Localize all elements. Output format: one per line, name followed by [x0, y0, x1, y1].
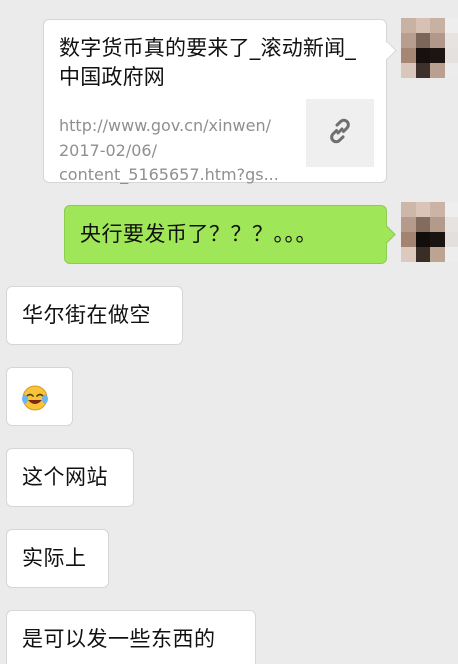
incoming-message-bubble[interactable]: 是可以发一些东西的: [6, 610, 256, 664]
message-text: 是可以发一些东西的: [22, 627, 216, 651]
message-text: 实际上: [22, 546, 87, 570]
incoming-message-bubble[interactable]: 这个网站: [6, 448, 134, 507]
link-card-thumbnail: [306, 99, 374, 167]
message-text: 央行要发币了？？？。。。: [80, 222, 317, 246]
link-icon: [324, 115, 356, 151]
avatar[interactable]: [401, 202, 458, 262]
chat-conversation: 数字货币真的要来了_滚动新闻_中国政府网 http://www.gov.cn/x…: [0, 0, 458, 664]
incoming-message-bubble[interactable]: [6, 367, 73, 426]
link-card[interactable]: 数字货币真的要来了_滚动新闻_中国政府网 http://www.gov.cn/x…: [43, 19, 397, 184]
link-card-url: http://www.gov.cn/xinwen/ 2017-02/06/ co…: [59, 116, 279, 184]
message-text: 这个网站: [22, 465, 108, 489]
link-card-title: 数字货币真的要来了_滚动新闻_中国政府网: [59, 36, 356, 89]
bubble-tail: [377, 225, 396, 244]
incoming-message-bubble[interactable]: 华尔街在做空: [6, 286, 183, 345]
incoming-message-bubble[interactable]: 实际上: [6, 529, 109, 588]
bubble-tail: [378, 41, 397, 60]
outgoing-message-bubble[interactable]: 央行要发币了？？？。。。: [64, 205, 396, 264]
message-text: 华尔街在做空: [22, 303, 151, 327]
avatar[interactable]: [401, 18, 458, 78]
tears-of-joy-emoji: [21, 384, 49, 416]
